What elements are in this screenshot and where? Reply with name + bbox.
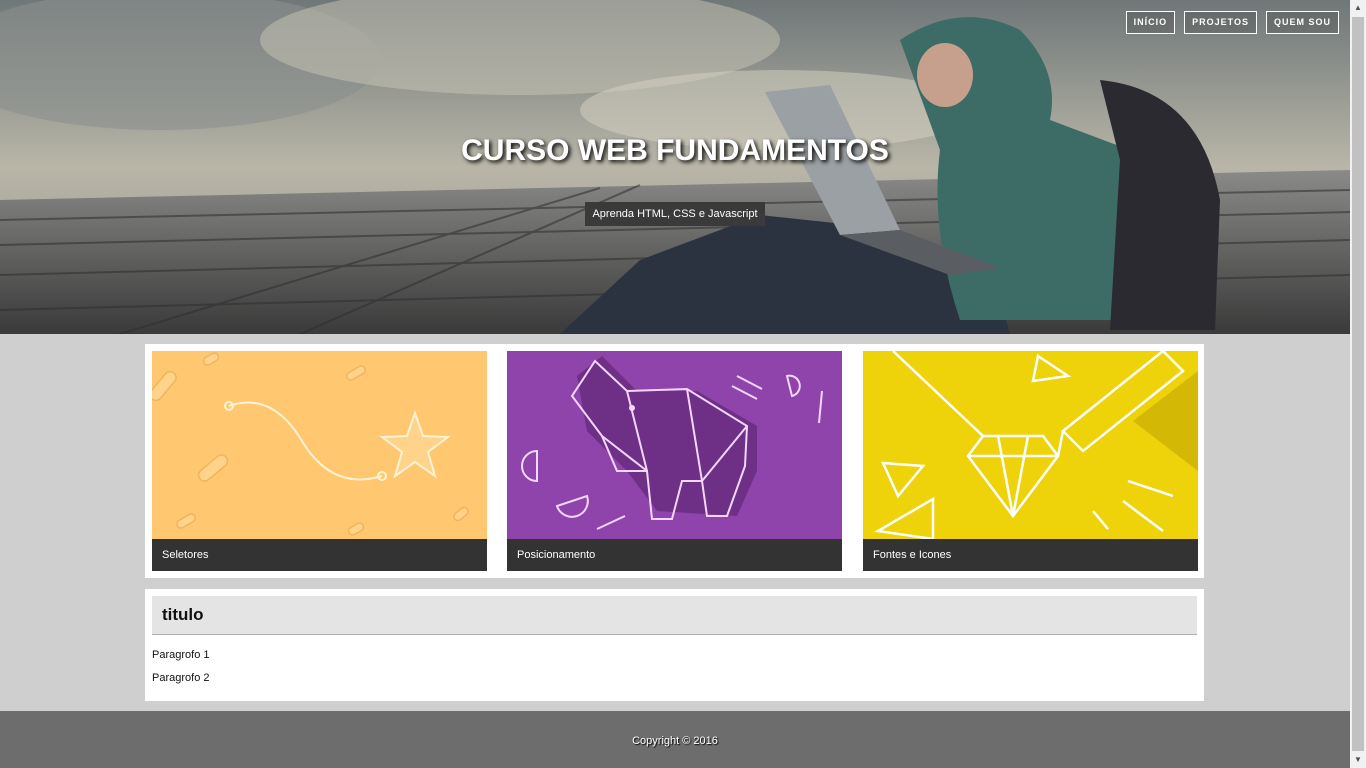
paragraph-1: Paragrofo 1 xyxy=(152,649,210,661)
nav-inicio-link[interactable]: INÍCIO xyxy=(1125,11,1176,34)
posicionamento-illustration xyxy=(507,351,842,539)
nav-projetos-link[interactable]: PROJETOS xyxy=(1184,11,1257,34)
seletores-illustration xyxy=(152,351,487,539)
content-section: titulo Paragrofo 1 Paragrofo 2 xyxy=(145,589,1204,701)
hero-title: CURSO WEB FUNDAMENTOS xyxy=(461,134,889,167)
footer: Copyright © 2016 xyxy=(0,711,1350,768)
card-label: Fontes e Icones xyxy=(863,539,1198,571)
content-header: titulo xyxy=(152,596,1197,635)
hero-banner: INÍCIO PROJETOS QUEM SOU CURSO WEB FUNDA… xyxy=(0,0,1350,334)
vertical-scrollbar[interactable]: ▲ ▼ xyxy=(1350,0,1366,768)
card-label: Seletores xyxy=(152,539,487,571)
topics-card-grid: Seletores Posicionamento Fontes e Icones xyxy=(145,344,1204,578)
top-nav: INÍCIO PROJETOS QUEM SOU xyxy=(1125,11,1339,34)
card-seletores[interactable]: Seletores xyxy=(152,351,487,571)
scroll-down-arrow-icon[interactable]: ▼ xyxy=(1350,752,1366,768)
card-label: Posicionamento xyxy=(507,539,842,571)
card-posicionamento[interactable]: Posicionamento xyxy=(507,351,842,571)
hero-subtitle: Aprenda HTML, CSS e Javascript xyxy=(585,202,765,226)
content-title: titulo xyxy=(162,605,204,624)
copyright-text: Copyright © 2016 xyxy=(632,735,718,747)
fontes-icones-illustration xyxy=(863,351,1198,539)
paragraph-2: Paragrofo 2 xyxy=(152,672,210,684)
scroll-up-arrow-icon[interactable]: ▲ xyxy=(1350,0,1366,16)
scrollbar-thumb[interactable] xyxy=(1352,17,1364,751)
nav-quem-sou-link[interactable]: QUEM SOU xyxy=(1265,11,1339,34)
card-fontes-icones[interactable]: Fontes e Icones xyxy=(863,351,1198,571)
